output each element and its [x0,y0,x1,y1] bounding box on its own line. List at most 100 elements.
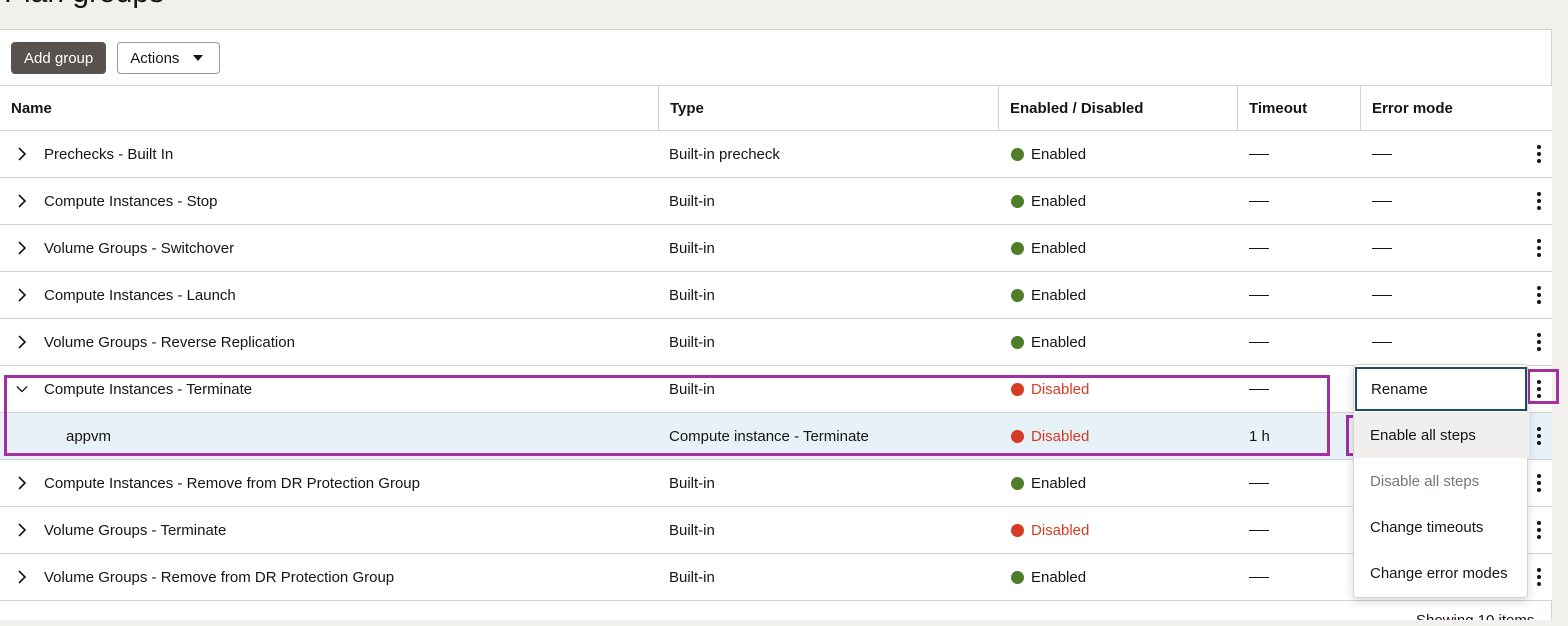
table-header: Name Type Enabled / Disabled Timeout Err… [0,85,1552,131]
row-name-text: Compute Instances - Stop [44,192,218,210]
chevron-right-icon[interactable] [14,569,30,585]
row-type-text: Compute instance - Terminate [669,427,869,445]
chevron-right-icon[interactable] [14,522,30,538]
column-header-timeout[interactable]: Timeout [1238,86,1361,131]
row-timeout [1249,460,1269,506]
row-actions[interactable] [1528,507,1550,553]
empty-dash [1249,482,1269,484]
row-actions[interactable] [1528,272,1550,318]
kebab-menu-icon[interactable] [1537,521,1541,539]
row-type-text: Built-in [669,192,715,210]
empty-dash [1249,153,1269,155]
row-name: Compute Instances - Remove from DR Prote… [0,460,420,506]
table-row[interactable]: Compute Instances - Stop Built-in Enabled [0,178,1552,225]
table-row[interactable]: Compute Instances - Remove from DR Prote… [0,460,1552,507]
row-error-mode [1372,272,1392,318]
chevron-right-icon[interactable] [14,240,30,256]
row-status-text: Enabled [1031,286,1087,304]
row-name-text: Volume Groups - Reverse Replication [44,333,295,351]
row-name-text: appvm [66,427,112,445]
row-timeout [1249,225,1269,271]
status-disabled-icon [1011,429,1024,443]
row-actions[interactable] [1528,225,1550,271]
row-status: Disabled [1011,413,1089,459]
row-error-mode [1372,225,1392,271]
column-header-enabled[interactable]: Enabled / Disabled [999,86,1238,131]
add-group-button[interactable]: Add group [11,42,107,74]
row-name: Volume Groups - Switchover [0,225,234,271]
row-status-text: Enabled [1031,333,1087,351]
table-row[interactable]: Volume Groups - Remove from DR Protectio… [0,554,1552,601]
kebab-menu-icon[interactable] [1537,145,1541,163]
actions-dropdown-button[interactable]: Actions [117,42,221,74]
menu-item-rename[interactable]: Rename [1355,367,1527,411]
row-status-text: Disabled [1031,521,1090,539]
status-disabled-icon [1011,382,1024,396]
row-type: Built-in [669,178,715,224]
table-row[interactable]: Volume Groups - Terminate Built-in Disable… [0,507,1552,554]
row-actions[interactable] [1528,178,1550,224]
row-actions[interactable] [1528,366,1550,412]
chevron-right-icon[interactable] [14,287,30,303]
menu-item-enable-all-steps[interactable]: Enable all steps [1354,412,1529,458]
row-type-text: Built-in [669,239,715,257]
table-row[interactable]: Volume Groups - Reverse Replication Built… [0,319,1552,366]
row-status: Enabled [1011,272,1086,318]
kebab-menu-icon[interactable] [1537,333,1541,351]
table-row[interactable]: Prechecks - Built In Built-in precheck Ena… [0,131,1552,178]
row-status-text: Disabled [1031,427,1090,445]
table-row-child[interactable]: appvm Compute instance - Terminate Disable… [0,413,1552,460]
menu-item-change-error-modes[interactable]: Change error modes [1354,550,1529,596]
row-status-text: Enabled [1031,239,1087,257]
row-name-text: Prechecks - Built In [44,145,174,163]
empty-dash [1372,153,1392,155]
chevron-right-icon[interactable] [14,334,30,350]
row-status: Enabled [1011,131,1086,177]
chevron-down-icon[interactable] [14,381,30,397]
row-actions[interactable] [1528,413,1550,459]
row-context-menu: Rename Enable all steps Disable all steps C… [1353,364,1529,598]
caret-down-icon [193,55,204,61]
chevron-right-icon[interactable] [14,193,30,209]
row-type-text: Built-in [669,380,715,398]
menu-item-change-timeouts[interactable]: Change timeouts [1354,504,1529,550]
chevron-right-icon[interactable] [14,475,30,491]
column-header-type[interactable]: Type [659,86,999,131]
row-name: Prechecks - Built In [0,131,173,177]
row-status-text: Enabled [1031,145,1087,163]
status-enabled-icon [1011,570,1024,584]
row-actions[interactable] [1528,554,1550,600]
actions-label: Actions [130,49,180,67]
page-background-bottom [0,620,1568,626]
row-name: Volume Groups - Reverse Replication [0,319,295,365]
row-type-text: Built-in [669,568,715,586]
kebab-menu-icon[interactable] [1537,427,1541,445]
row-actions[interactable] [1528,131,1550,177]
kebab-menu-icon[interactable] [1537,474,1541,492]
kebab-menu-icon[interactable] [1537,568,1541,586]
row-name-text: Compute Instances - Remove from DR Prote… [44,474,420,492]
row-type: Compute instance - Terminate [669,413,869,459]
row-status-text: Disabled [1031,380,1090,398]
row-timeout [1249,272,1269,318]
table-row[interactable]: Volume Groups - Switchover Built-in Enable… [0,225,1552,272]
column-header-name[interactable]: Name [0,86,659,131]
empty-dash [1372,247,1392,249]
chevron-right-icon[interactable] [14,146,30,162]
row-status: Enabled [1011,225,1086,271]
column-header-error-mode[interactable]: Error mode [1361,86,1552,131]
row-actions[interactable] [1528,319,1550,365]
kebab-menu-icon[interactable] [1537,239,1541,257]
kebab-menu-icon[interactable] [1537,286,1541,304]
row-type: Built-in [669,225,715,271]
kebab-menu-icon[interactable] [1537,380,1541,398]
row-error-mode [1372,131,1392,177]
table-row[interactable]: Compute Instances - Terminate Built-in Dis… [0,366,1552,413]
empty-dash [1372,341,1392,343]
row-timeout-text: 1 h [1249,427,1270,445]
kebab-menu-icon[interactable] [1537,192,1541,210]
table-row[interactable]: Compute Instances - Launch Built-in Enable… [0,272,1552,319]
row-status-text: Enabled [1031,568,1087,586]
row-actions[interactable] [1528,460,1550,506]
empty-dash [1249,529,1269,531]
